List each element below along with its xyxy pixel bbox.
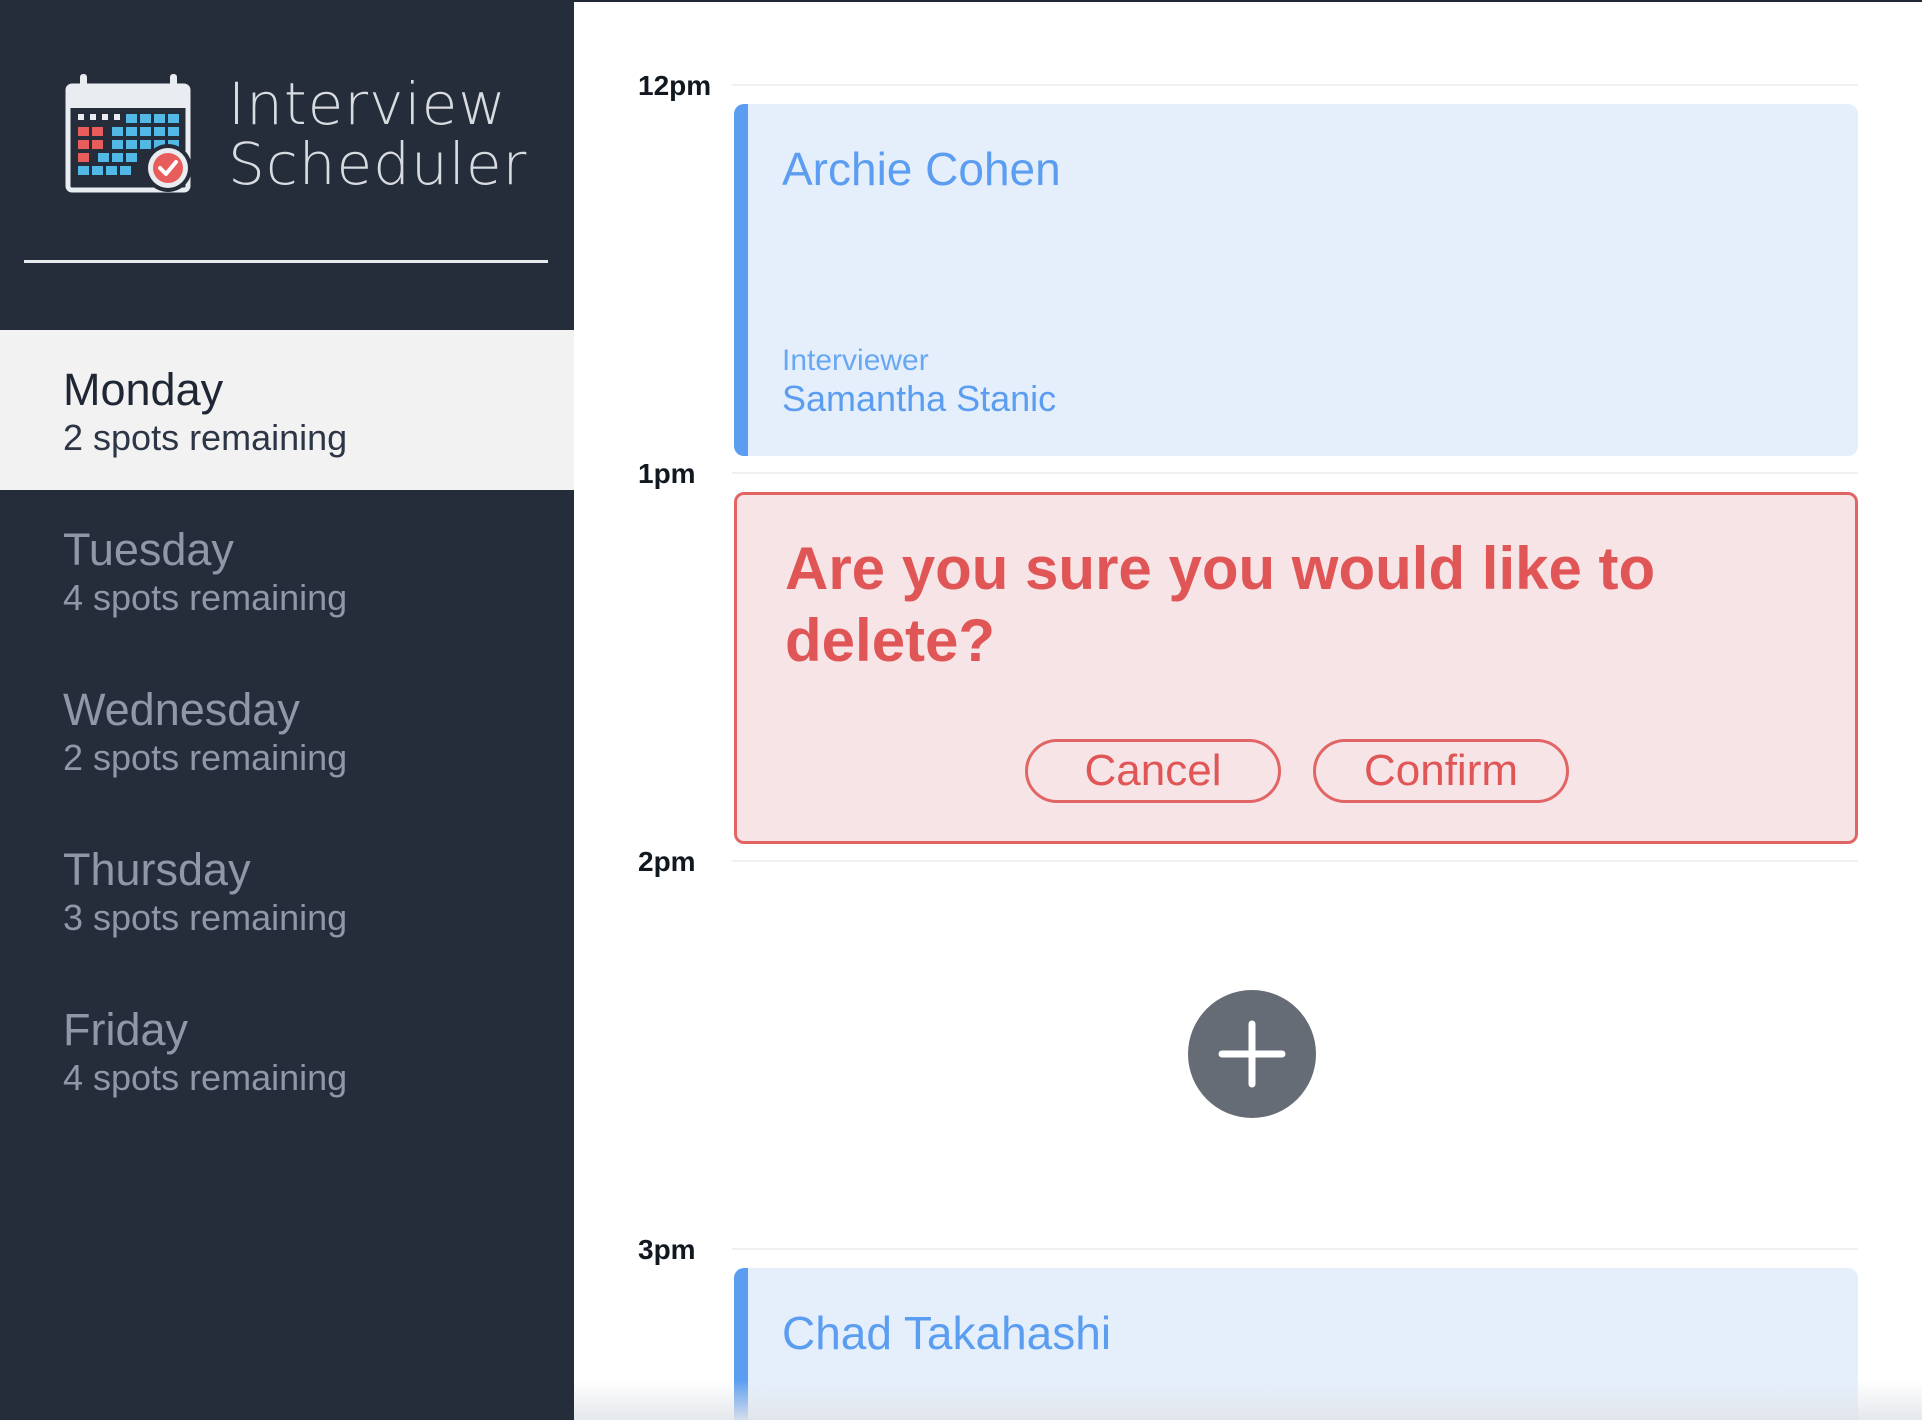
day-name: Wednesday: [63, 684, 300, 735]
day-item-thursday[interactable]: Thursday 3 spots remaining: [0, 810, 574, 970]
confirm-button[interactable]: Confirm: [1313, 739, 1569, 803]
cancel-button[interactable]: Cancel: [1025, 739, 1281, 803]
sidebar: Interview Scheduler Monday 2 spots remai…: [0, 0, 574, 1420]
hour-divider: [732, 84, 1858, 86]
app-title-line2: Scheduler: [228, 130, 528, 198]
delete-confirmation: Are you sure you would like to delete? C…: [734, 492, 1858, 844]
day-list: Monday 2 spots remaining Tuesday 4 spots…: [0, 330, 574, 1130]
hour-label-1pm: 1pm: [638, 458, 696, 489]
hour-label-12pm: 12pm: [638, 70, 712, 101]
schedule: 12pm Archie Cohen Interviewer Samantha S…: [574, 0, 1922, 1420]
confirm-message: Are you sure you would like to delete?: [785, 535, 1656, 674]
day-name: Monday: [63, 364, 224, 415]
student-name: Chad Takahashi: [782, 1307, 1112, 1359]
day-name: Tuesday: [63, 524, 234, 575]
sidebar-divider: [24, 260, 548, 263]
day-name: Thursday: [63, 844, 251, 895]
hour-divider: [732, 1248, 1858, 1250]
day-name: Friday: [63, 1004, 189, 1055]
day-item-friday[interactable]: Friday 4 spots remaining: [0, 970, 574, 1130]
interviewer-name: Samantha Stanic: [782, 378, 1057, 419]
day-item-tuesday[interactable]: Tuesday 4 spots remaining: [0, 490, 574, 650]
add-appointment-button[interactable]: [1188, 990, 1316, 1118]
brand: Interview Scheduler: [64, 72, 527, 196]
day-spots: 2 spots remaining: [63, 737, 348, 778]
app-title: Interview Scheduler: [228, 74, 527, 194]
interviewer-label: Interviewer: [782, 344, 929, 377]
hour-divider: [732, 472, 1858, 474]
appointment-card[interactable]: Chad Takahashi: [734, 1268, 1858, 1420]
hour-label-2pm: 2pm: [638, 846, 696, 877]
appointment-card[interactable]: Archie Cohen Interviewer Samantha Stanic: [734, 104, 1858, 456]
day-spots: 4 spots remaining: [63, 577, 348, 618]
plus-icon: [1218, 1020, 1286, 1088]
day-spots: 3 spots remaining: [63, 897, 348, 938]
day-spots: 4 spots remaining: [63, 1057, 348, 1098]
day-item-monday[interactable]: Monday 2 spots remaining: [0, 330, 574, 490]
hour-label-3pm: 3pm: [638, 1234, 696, 1265]
student-name: Archie Cohen: [782, 143, 1061, 195]
day-item-wednesday[interactable]: Wednesday 2 spots remaining: [0, 650, 574, 810]
calendar-check-icon: [65, 74, 192, 193]
hour-divider: [732, 860, 1858, 862]
app-title-line1: Interview: [228, 70, 507, 138]
day-spots: 2 spots remaining: [63, 417, 348, 458]
app-root: Interview Scheduler Monday 2 spots remai…: [0, 0, 1922, 1420]
